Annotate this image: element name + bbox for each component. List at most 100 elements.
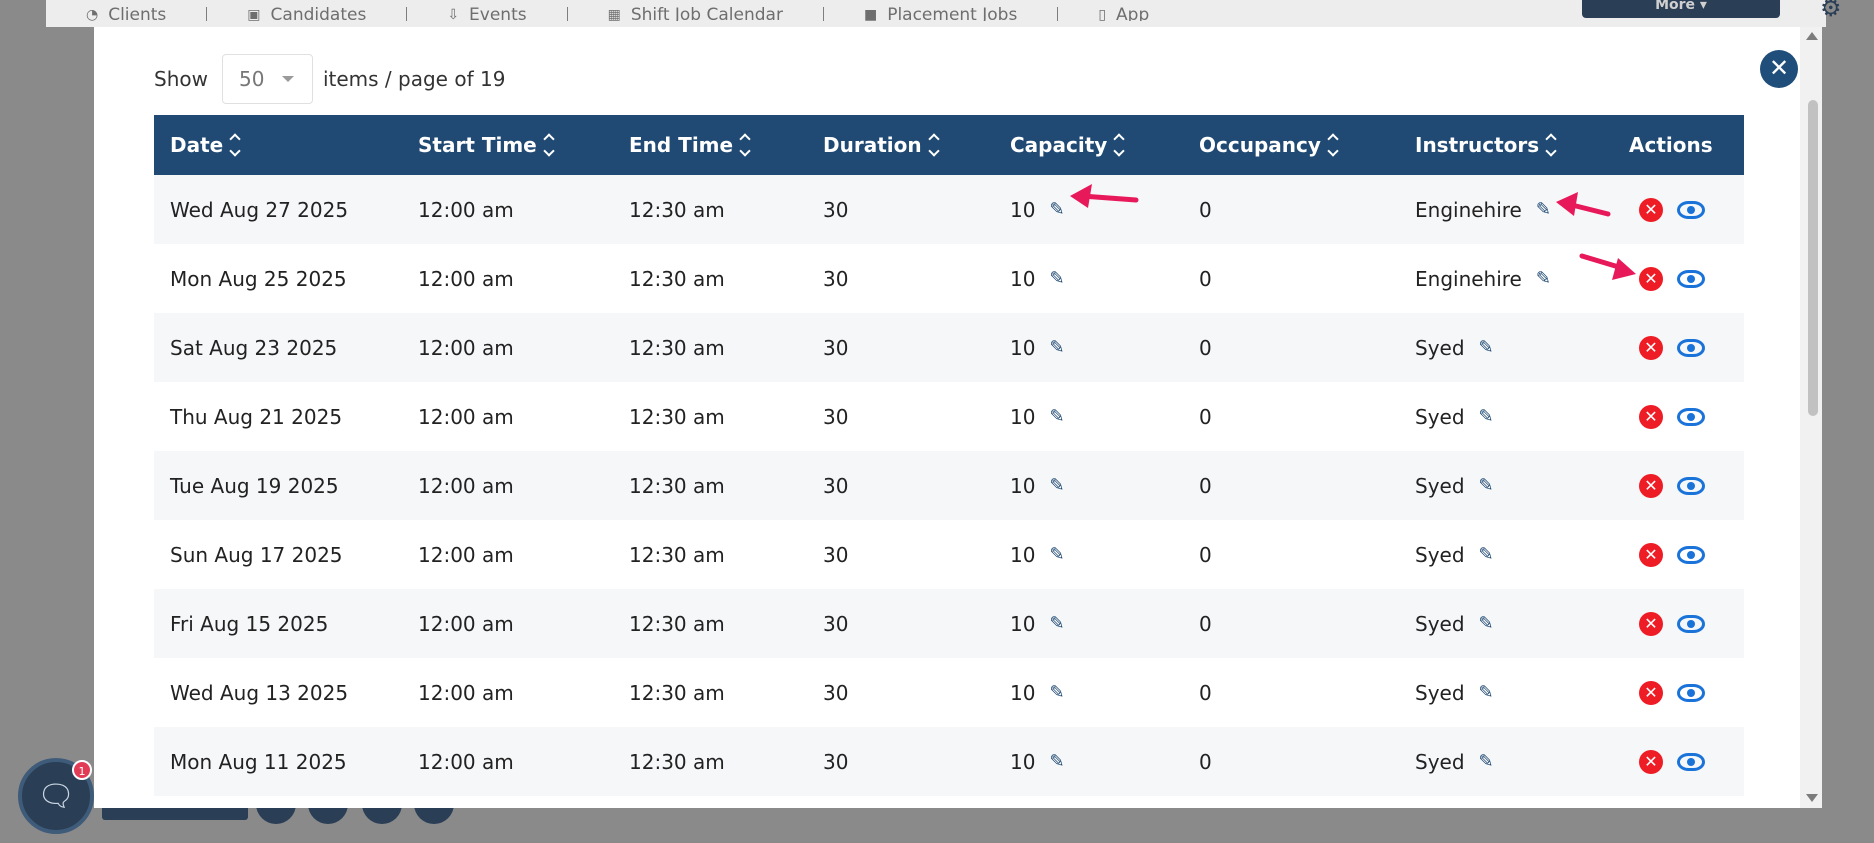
view-session-eye-icon[interactable]	[1677, 752, 1705, 771]
view-session-eye-icon[interactable]	[1677, 269, 1705, 288]
view-session-eye-icon[interactable]	[1677, 614, 1705, 633]
more-menu-button[interactable]: More ▾	[1582, 0, 1780, 18]
table-header: Date Start Time End Time Duration Capaci…	[154, 115, 1744, 175]
scrollbar-thumb[interactable]	[1808, 100, 1818, 416]
delete-session-icon[interactable]: ✕	[1639, 611, 1663, 636]
candidates-icon: ▣	[247, 6, 261, 21]
cell-end-time: 12:30 am	[629, 542, 725, 567]
cell-end-time: 12:30 am	[629, 611, 725, 636]
edit-instructor-pencil-icon[interactable]: ✎	[1536, 199, 1551, 220]
pagination-control: Show 50 items / page of 19	[154, 54, 505, 104]
edit-instructor-pencil-icon[interactable]: ✎	[1479, 751, 1494, 772]
cell-date: Thu Aug 21 2025	[170, 404, 343, 429]
view-session-eye-icon[interactable]	[1677, 200, 1705, 219]
column-header-instructors[interactable]: Instructors	[1399, 133, 1613, 157]
cell-date: Wed Aug 27 2025	[170, 197, 349, 222]
view-session-eye-icon[interactable]	[1677, 476, 1705, 495]
cell-occupancy: 0	[1199, 680, 1212, 705]
nav-item-clients[interactable]: ◔ Clients	[46, 6, 208, 21]
edit-capacity-pencil-icon[interactable]: ✎	[1049, 751, 1064, 772]
column-header-date[interactable]: Date	[154, 133, 402, 157]
cell-date: Sun Aug 17 2025	[170, 542, 343, 567]
instructor-name: Syed	[1415, 473, 1465, 498]
capacity-value: 10	[1010, 335, 1036, 360]
gear-icon[interactable]: ⚙	[1820, 0, 1842, 22]
delete-session-icon[interactable]: ✕	[1639, 197, 1663, 222]
page-count-label: items / page of 19	[322, 67, 506, 91]
column-header-end-time[interactable]: End Time	[613, 133, 807, 157]
cell-capacity: 10 ✎	[994, 267, 1183, 291]
sessions-modal: Show 50 items / page of 19 Date Start Ti…	[94, 27, 1822, 808]
cell-actions: ✕	[1613, 749, 1744, 774]
edit-capacity-pencil-icon[interactable]: ✎	[1049, 544, 1064, 565]
edit-instructor-pencil-icon[interactable]: ✎	[1479, 337, 1494, 358]
cell-capacity: 10 ✎	[994, 405, 1183, 429]
column-header-occupancy[interactable]: Occupancy	[1183, 133, 1399, 157]
cell-date: Mon Aug 25 2025	[170, 266, 347, 291]
view-session-eye-icon[interactable]	[1677, 338, 1705, 357]
delete-session-icon[interactable]: ✕	[1639, 749, 1663, 774]
edit-capacity-pencil-icon[interactable]: ✎	[1049, 406, 1064, 427]
column-header-capacity[interactable]: Capacity	[994, 133, 1183, 157]
nav-item-placement-jobs[interactable]: ■ Placement Jobs	[824, 6, 1059, 21]
scroll-down-arrow[interactable]	[1806, 794, 1818, 802]
edit-capacity-pencil-icon[interactable]: ✎	[1049, 268, 1064, 289]
cell-start-time: 12:00 am	[418, 680, 514, 705]
sort-icon	[927, 133, 940, 157]
close-modal-button[interactable]: ✕	[1760, 50, 1798, 88]
cell-duration: 30	[823, 680, 849, 705]
cell-start-time: 12:00 am	[418, 611, 514, 636]
instructor-name: Syed	[1415, 542, 1465, 567]
capacity-value: 10	[1010, 266, 1036, 291]
scroll-up-arrow[interactable]	[1806, 32, 1818, 40]
page-size-value: 50	[238, 67, 265, 91]
column-header-start-time[interactable]: Start Time	[402, 133, 613, 157]
cell-start-time: 12:00 am	[418, 749, 514, 774]
edit-instructor-pencil-icon[interactable]: ✎	[1479, 475, 1494, 496]
table-row: Sat Aug 23 2025 12:00 am 12:30 am 30 10 ✎ 0 Sye…	[154, 313, 1744, 382]
cell-end-time: 12:30 am	[629, 266, 725, 291]
cell-end-time: 12:30 am	[629, 335, 725, 360]
cell-duration: 30	[823, 197, 849, 222]
cell-start-time: 12:00 am	[418, 404, 514, 429]
edit-instructor-pencil-icon[interactable]: ✎	[1479, 682, 1494, 703]
nav-item-app[interactable]: ▯ App	[1058, 7, 1189, 21]
table-row: Wed Aug 13 2025 12:00 am 12:30 am 30 10 ✎ 0 Sye…	[154, 658, 1744, 727]
edit-capacity-pencil-icon[interactable]: ✎	[1049, 613, 1064, 634]
cell-instructor: Syed ✎	[1399, 750, 1613, 774]
capacity-value: 10	[1010, 197, 1036, 222]
nav-item-events[interactable]: ⇩ Events	[407, 6, 568, 21]
edit-instructor-pencil-icon[interactable]: ✎	[1479, 406, 1494, 427]
edit-capacity-pencil-icon[interactable]: ✎	[1049, 337, 1064, 358]
cell-duration: 30	[823, 266, 849, 291]
nav-item-shift-job-calendar[interactable]: ▦ Shift Job Calendar	[568, 6, 824, 21]
page-size-select[interactable]: 50	[221, 54, 313, 104]
view-session-eye-icon[interactable]	[1677, 545, 1705, 564]
delete-session-icon[interactable]: ✕	[1639, 542, 1663, 567]
capacity-value: 10	[1010, 611, 1036, 636]
cell-occupancy: 0	[1199, 335, 1212, 360]
edit-instructor-pencil-icon[interactable]: ✎	[1479, 544, 1494, 565]
table-row: Fri Aug 15 2025 12:00 am 12:30 am 30 10 ✎ 0 Sye…	[154, 589, 1744, 658]
nav-item-candidates[interactable]: ▣ Candidates	[207, 6, 408, 21]
column-header-duration[interactable]: Duration	[807, 133, 994, 157]
edit-instructor-pencil-icon[interactable]: ✎	[1536, 268, 1551, 289]
edit-capacity-pencil-icon[interactable]: ✎	[1049, 199, 1064, 220]
edit-capacity-pencil-icon[interactable]: ✎	[1049, 682, 1064, 703]
edit-instructor-pencil-icon[interactable]: ✎	[1479, 613, 1494, 634]
capacity-value: 10	[1010, 680, 1036, 705]
view-session-eye-icon[interactable]	[1677, 683, 1705, 702]
cell-start-time: 12:00 am	[418, 473, 514, 498]
sort-icon	[1113, 133, 1125, 157]
delete-session-icon[interactable]: ✕	[1639, 680, 1663, 705]
delete-session-icon[interactable]: ✕	[1639, 404, 1663, 429]
cell-actions: ✕	[1613, 611, 1744, 636]
delete-session-icon[interactable]: ✕	[1639, 473, 1663, 498]
cell-start-time: 12:00 am	[418, 266, 514, 291]
instructor-name: Enginehire	[1415, 197, 1522, 222]
view-session-eye-icon[interactable]	[1677, 407, 1705, 426]
delete-session-icon[interactable]: ✕	[1639, 266, 1663, 291]
delete-session-icon[interactable]: ✕	[1639, 335, 1663, 360]
instructor-name: Enginehire	[1415, 266, 1522, 291]
edit-capacity-pencil-icon[interactable]: ✎	[1049, 475, 1064, 496]
